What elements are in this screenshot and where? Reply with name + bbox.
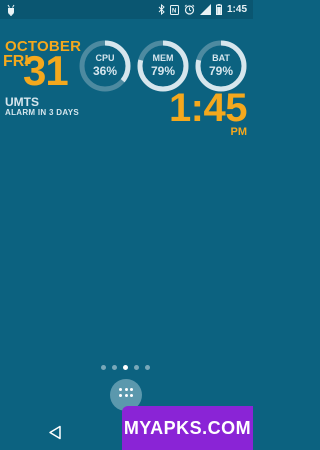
back-button[interactable] [48,425,62,445]
battery-gauge-value: 79% [208,64,234,78]
nfc-icon: N [169,4,179,15]
status-bar: N 1:45 [0,0,253,19]
back-icon [49,425,61,440]
svg-text:N: N [172,8,176,14]
status-time: 1:45 [226,4,247,15]
network-type: UMTS [5,95,39,109]
clock-ampm: PM [230,126,248,138]
page-dot [123,365,128,370]
battery-gauge[interactable]: BAT 79% [194,39,248,93]
clock-time[interactable]: 1:45 [169,88,248,128]
cpu-gauge[interactable]: CPU 36% [78,39,132,93]
page-dot [101,365,106,370]
android-debug-icon [6,3,16,21]
memory-gauge-value: 79% [150,64,176,78]
day-number: 31 [23,47,69,94]
memory-gauge[interactable]: MEM 79% [136,39,190,93]
cpu-gauge-label: CPU [95,53,115,63]
memory-gauge-label: MEM [152,53,174,63]
battery-icon [215,4,222,15]
signal-icon [199,4,211,15]
alarm-icon [184,4,195,15]
next-alarm-label: ALARM IN 3 DAYS [5,108,79,117]
battery-gauge-label: BAT [212,53,230,63]
page-indicator [101,365,150,370]
page-dot [134,365,139,370]
bluetooth-icon [158,4,165,15]
cpu-gauge-value: 36% [92,64,118,78]
page-dot [112,365,117,370]
page-dot [145,365,150,370]
watermark-banner: MYAPKS.COM [122,406,253,450]
apps-grid-icon [119,388,133,402]
